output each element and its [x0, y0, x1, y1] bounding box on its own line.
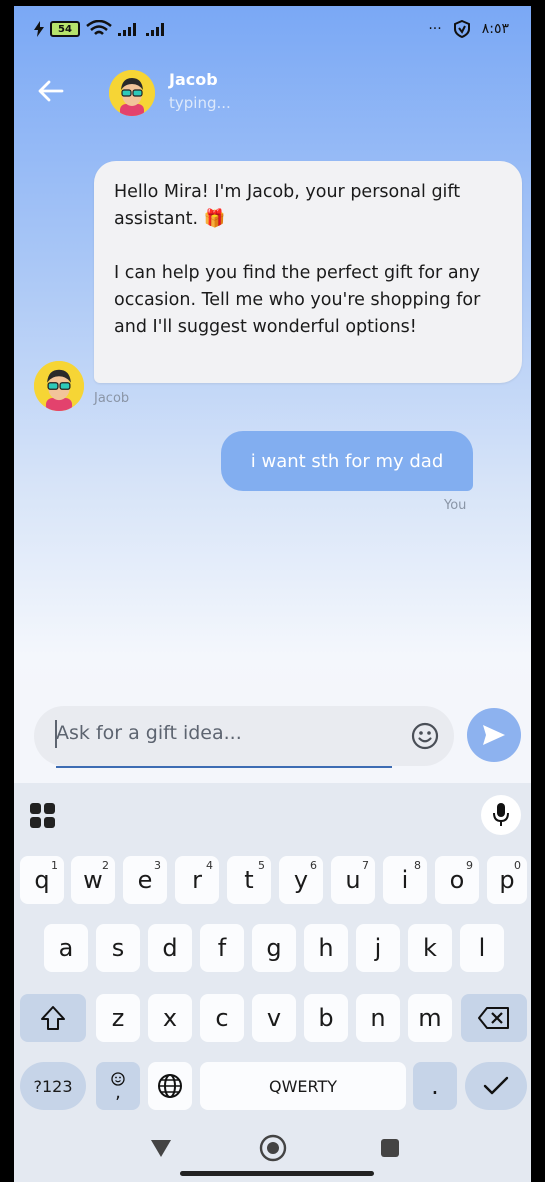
emoji-comma-key[interactable]: , [96, 1062, 140, 1110]
input-underline [56, 766, 392, 768]
key-h[interactable]: h [304, 924, 348, 972]
key-l[interactable]: l [460, 924, 504, 972]
key-s[interactable]: s [96, 924, 140, 972]
key-o[interactable]: o9 [435, 856, 479, 904]
period-key[interactable]: . [413, 1062, 457, 1110]
key-b[interactable]: b [304, 994, 348, 1042]
avatar[interactable] [109, 70, 155, 116]
mic-button[interactable] [481, 795, 521, 835]
shift-key[interactable] [20, 994, 86, 1042]
send-button[interactable] [467, 708, 521, 762]
contact-name: Jacob [169, 70, 218, 89]
enter-key[interactable] [465, 1062, 527, 1110]
key-y[interactable]: y6 [279, 856, 323, 904]
bot-avatar [34, 361, 84, 411]
battery-icon: 54 [50, 21, 80, 37]
message-input[interactable]: Ask for a gift idea... [34, 706, 454, 768]
key-n[interactable]: n [356, 994, 400, 1042]
globe-icon [158, 1074, 182, 1098]
avatar-face-icon [34, 361, 84, 411]
send-icon [483, 725, 505, 745]
backspace-key[interactable] [461, 994, 527, 1042]
key-u[interactable]: u7 [331, 856, 375, 904]
mic-icon [493, 803, 509, 826]
clock: ٨:٥٣ [481, 21, 509, 37]
key-g[interactable]: g [252, 924, 296, 972]
vpn-shield-icon [453, 20, 470, 38]
key-x[interactable]: x [148, 994, 192, 1042]
user-message-bubble: i want sth for my dad [221, 431, 473, 491]
sender-label: Jacob [94, 391, 130, 406]
home-nav-icon[interactable] [259, 1134, 287, 1162]
backspace-icon [478, 1007, 509, 1029]
key-d[interactable]: d [148, 924, 192, 972]
message-text: I can help you find the perfect gift for… [114, 263, 481, 337]
keyboard-toolbar [14, 783, 531, 843]
language-key[interactable] [148, 1062, 192, 1110]
key-i[interactable]: i8 [383, 856, 427, 904]
recents-nav-icon[interactable] [380, 1138, 400, 1158]
key-m[interactable]: m [408, 994, 452, 1042]
emoji-icon[interactable] [410, 721, 440, 751]
key-w[interactable]: w2 [71, 856, 115, 904]
key-v[interactable]: v [252, 994, 296, 1042]
key-k[interactable]: k [408, 924, 452, 972]
charging-icon [34, 21, 44, 37]
symbols-key[interactable]: ?123 [20, 1062, 86, 1110]
typing-status: typing... [169, 94, 231, 112]
status-bar: 54 ··· ٨:٥٣ [14, 20, 531, 46]
key-p[interactable]: p0 [487, 856, 527, 904]
message-text: i want sth for my dad [250, 450, 444, 472]
apps-grid-icon[interactable] [30, 803, 56, 829]
signal-icon [118, 23, 136, 36]
key-j[interactable]: j [356, 924, 400, 972]
sender-label: You [444, 498, 467, 513]
more-status-icon: ··· [428, 21, 442, 37]
key-c[interactable]: c [200, 994, 244, 1042]
back-arrow-icon[interactable] [36, 76, 66, 106]
back-nav-icon[interactable] [150, 1138, 172, 1158]
key-z[interactable]: z [96, 994, 140, 1042]
key-a[interactable]: a [44, 924, 88, 972]
key-r[interactable]: r4 [175, 856, 219, 904]
input-placeholder[interactable]: Ask for a gift idea... [56, 722, 242, 744]
avatar-face-icon [109, 70, 155, 116]
wifi-icon [86, 20, 112, 35]
key-e[interactable]: e3 [123, 856, 167, 904]
chat-screen: 54 ··· ٨:٥٣ Jacob typing... Hello Mira! … [14, 6, 531, 1182]
home-indicator[interactable] [180, 1171, 374, 1176]
signal-icon-2 [146, 23, 164, 36]
key-f[interactable]: f [200, 924, 244, 972]
key-q[interactable]: q1 [20, 856, 64, 904]
shift-icon [41, 1006, 65, 1030]
space-key[interactable]: QWERTY [200, 1062, 406, 1110]
composer: Ask for a gift idea... [14, 688, 531, 783]
message-text: Hello Mira! I'm Jacob, your personal gif… [114, 182, 461, 229]
bot-message-bubble: Hello Mira! I'm Jacob, your personal gif… [94, 161, 522, 383]
key-t[interactable]: t5 [227, 856, 271, 904]
checkmark-icon [483, 1076, 509, 1095]
